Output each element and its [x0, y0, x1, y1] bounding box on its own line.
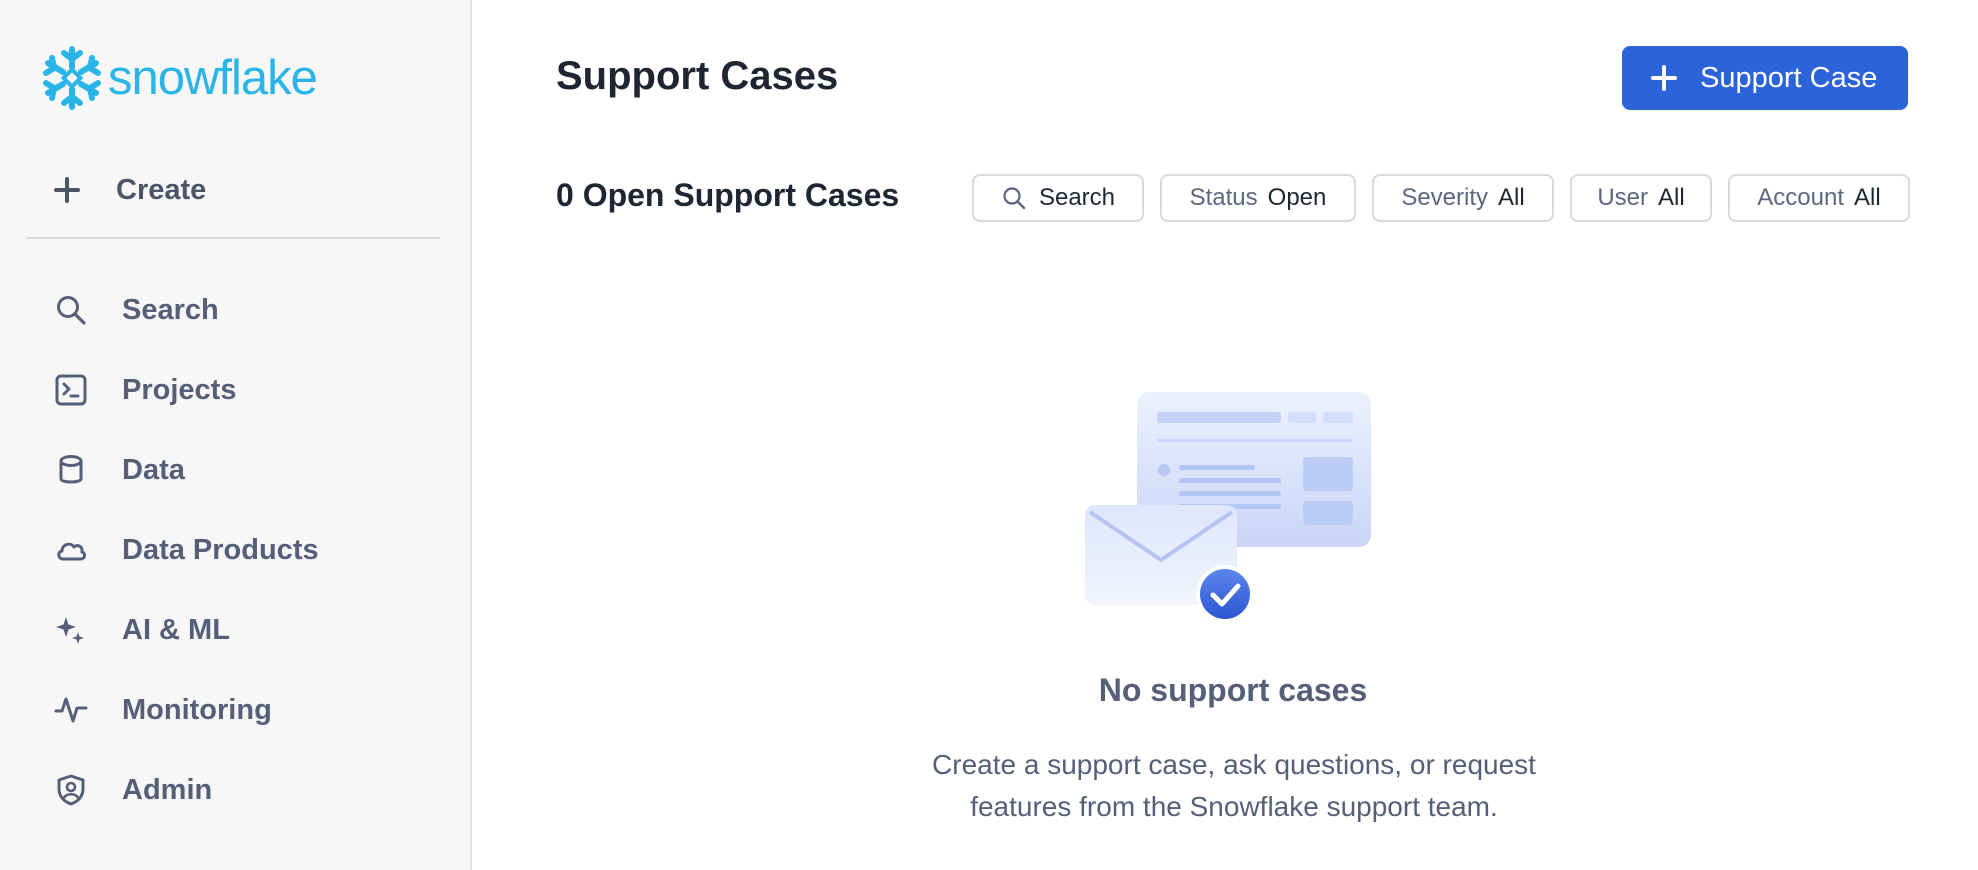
create-button[interactable]: Create	[52, 166, 206, 214]
sidebar-item-label: Monitoring	[122, 693, 272, 726]
activity-icon	[54, 693, 88, 727]
sidebar-item-label: Projects	[122, 373, 237, 406]
page-title: Support Cases	[556, 54, 839, 98]
shield-user-icon	[54, 773, 88, 807]
account-filter-value: All	[1854, 184, 1881, 211]
sidebar-item-ai-ml[interactable]: AI & ML	[54, 590, 319, 670]
open-cases-count: 0 Open Support Cases	[556, 177, 900, 213]
main-content: Support Cases Support Case 0 Open Suppor…	[474, 0, 1978, 870]
snowflake-logo-icon	[43, 46, 101, 110]
sidebar-nav: Search Projects Data Data Products AI & …	[54, 270, 319, 830]
snowflake-logo[interactable]: snowflake	[40, 44, 318, 112]
sidebar-item-projects[interactable]: Projects	[54, 350, 319, 430]
sidebar-item-data[interactable]: Data	[54, 430, 319, 510]
sparkle-icon	[54, 613, 88, 647]
new-support-case-button[interactable]: Support Case	[1622, 46, 1908, 110]
account-filter-label: Account	[1757, 184, 1845, 211]
logo-text: snowflake	[108, 51, 318, 105]
user-filter-label: User	[1597, 184, 1648, 211]
sidebar-item-data-products[interactable]: Data Products	[54, 510, 319, 590]
empty-state-title: No support cases	[1098, 672, 1368, 708]
sidebar-item-label: Admin	[122, 773, 213, 806]
plus-icon	[52, 175, 82, 205]
search-filter-label: Search	[1038, 184, 1116, 211]
create-label: Create	[116, 173, 207, 206]
status-filter[interactable]: Status Open	[1160, 174, 1356, 222]
database-icon	[54, 453, 88, 487]
account-filter[interactable]: Account All	[1728, 174, 1910, 222]
cloud-icon	[54, 533, 88, 567]
sidebar: snowflake Create Search Projects Data Da…	[0, 0, 472, 870]
plus-icon	[1650, 64, 1678, 92]
empty-state-illustration	[1085, 392, 1371, 622]
user-filter[interactable]: User All	[1570, 174, 1712, 222]
sidebar-divider	[26, 237, 440, 239]
sidebar-item-label: Data Products	[122, 533, 319, 566]
status-filter-value: Open	[1267, 184, 1327, 211]
sidebar-item-search[interactable]: Search	[54, 270, 319, 350]
severity-filter-label: Severity	[1401, 184, 1489, 211]
terminal-icon	[54, 373, 88, 407]
status-filter-label: Status	[1189, 184, 1258, 211]
search-filter-button[interactable]: Search	[972, 174, 1144, 222]
severity-filter[interactable]: Severity All	[1372, 174, 1554, 222]
user-filter-value: All	[1658, 184, 1685, 211]
sidebar-item-monitoring[interactable]: Monitoring	[54, 670, 319, 750]
search-icon	[54, 293, 88, 327]
sidebar-item-label: Data	[122, 453, 185, 486]
search-icon	[1003, 187, 1026, 210]
empty-state-description: Create a support case, ask questions, or…	[932, 749, 1536, 822]
sidebar-item-admin[interactable]: Admin	[54, 750, 319, 830]
severity-filter-value: All	[1498, 184, 1525, 211]
sidebar-item-label: Search	[122, 293, 219, 326]
new-support-case-label: Support Case	[1700, 61, 1878, 94]
sidebar-item-label: AI & ML	[122, 613, 230, 646]
